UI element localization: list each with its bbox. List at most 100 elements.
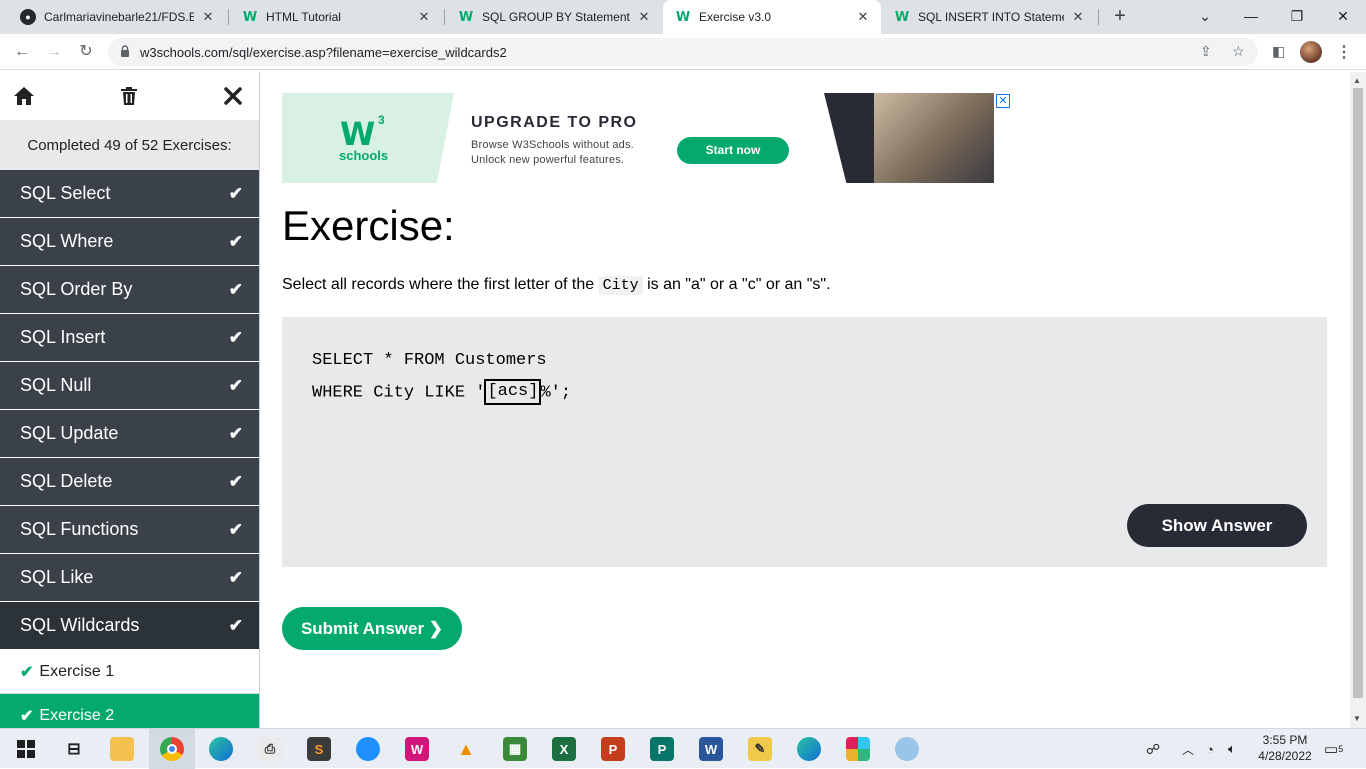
- show-answer-button[interactable]: Show Answer: [1127, 504, 1307, 547]
- close-tab-icon[interactable]: ✕: [1070, 9, 1086, 25]
- profile-avatar[interactable]: [1300, 41, 1322, 63]
- sidebar-item-sql-functions[interactable]: SQL Functions ✔: [0, 506, 259, 554]
- edge-icon[interactable]: [209, 737, 233, 761]
- chrome-icon[interactable]: [160, 737, 184, 761]
- sidebar-item-sql-insert[interactable]: SQL Insert ✔: [0, 314, 259, 362]
- slack-icon[interactable]: [846, 737, 870, 761]
- chart-app-icon[interactable]: ▦: [503, 737, 527, 761]
- sidebar-item-sql-null[interactable]: SQL Null ✔: [0, 362, 259, 410]
- w3schools-icon: W: [242, 9, 258, 25]
- check-icon: ✔: [228, 279, 243, 299]
- sidebar-item-sql-order-by[interactable]: SQL Order By ✔: [0, 266, 259, 314]
- powerpoint-icon[interactable]: P: [601, 737, 625, 761]
- forward-icon[interactable]: →: [43, 41, 65, 63]
- side-panel-icon[interactable]: ◧: [1272, 43, 1285, 60]
- sidebar-item-sql-delete[interactable]: SQL Delete ✔: [0, 458, 259, 506]
- new-tab-button[interactable]: +: [1108, 5, 1132, 29]
- browser-tab-active[interactable]: W Exercise v3.0 ✕: [663, 0, 881, 34]
- lock-icon: [121, 45, 129, 57]
- check-icon: ✔: [228, 567, 243, 587]
- sidebar-item-sql-like[interactable]: SQL Like ✔: [0, 554, 259, 602]
- ad-description: Browse W3Schools without ads. Unlock new…: [471, 139, 634, 166]
- close-tab-icon[interactable]: ✕: [416, 9, 432, 25]
- vertical-scrollbar[interactable]: ▲ ▼: [1350, 72, 1366, 728]
- back-icon[interactable]: ←: [11, 41, 33, 63]
- code-line-2: WHERE City LIKE ' [acs] %';: [312, 379, 572, 405]
- check-icon: ✔: [228, 519, 243, 539]
- vlc-icon[interactable]: ▲: [454, 737, 478, 761]
- check-icon: ✔: [228, 183, 243, 203]
- check-icon: ✔: [20, 707, 34, 725]
- code-line-1: SELECT * FROM Customers: [312, 351, 547, 370]
- start-now-button[interactable]: Start now: [677, 137, 789, 164]
- publisher-icon[interactable]: P: [650, 737, 674, 761]
- task-view-icon[interactable]: ⊟: [62, 737, 86, 761]
- sidebar-item-sql-where[interactable]: SQL Where ✔: [0, 218, 259, 266]
- notification-icon[interactable]: ▭ 5: [1324, 729, 1343, 769]
- chevron-up-icon[interactable]: ︿: [1182, 729, 1194, 769]
- check-icon: ✔: [228, 327, 243, 347]
- scroll-up-icon[interactable]: ▲: [1353, 76, 1361, 85]
- scroll-down-icon[interactable]: ▼: [1353, 714, 1361, 723]
- excel-icon[interactable]: X: [552, 737, 576, 761]
- app-icon[interactable]: ✎: [748, 737, 772, 761]
- windows-start-icon[interactable]: [14, 737, 38, 761]
- tab-separator: [228, 9, 229, 25]
- restore-button[interactable]: ❐: [1274, 0, 1320, 34]
- answer-input[interactable]: [acs]: [484, 379, 542, 405]
- browser-tab[interactable]: ● Carlmariavinebarle21/FDS.EB ✕: [8, 0, 226, 34]
- address-bar[interactable]: w3schools.com/sql/exercise.asp?filename=…: [108, 38, 1258, 66]
- bookmark-star-icon[interactable]: ☆: [1232, 43, 1245, 60]
- submit-answer-button[interactable]: Submit Answer ❯: [282, 607, 462, 650]
- check-icon: ✔: [228, 615, 243, 635]
- ad-headline: UPGRADE TO PRO: [471, 114, 638, 131]
- ad-photo: [824, 93, 1010, 183]
- sidebar-item-sql-select[interactable]: SQL Select ✔: [0, 170, 259, 218]
- sidebar-subitem-exercise-1[interactable]: ✔ Exercise 1: [0, 650, 259, 694]
- check-icon: ✔: [20, 663, 34, 681]
- tab-strip: ● Carlmariavinebarle21/FDS.EB ✕ W HTML T…: [0, 0, 1366, 34]
- sidebar-item-sql-update[interactable]: SQL Update ✔: [0, 410, 259, 458]
- close-tab-icon[interactable]: ✕: [855, 9, 871, 25]
- pdf-app-icon[interactable]: ⎙: [258, 737, 282, 761]
- share-icon[interactable]: ⇪: [1200, 43, 1212, 60]
- file-explorer-icon[interactable]: [110, 737, 134, 761]
- people-icon[interactable]: ☍: [1146, 729, 1160, 769]
- menu-icon[interactable]: ⋮: [1336, 42, 1352, 62]
- check-icon: ✔: [228, 375, 243, 395]
- check-icon: ✔: [228, 231, 243, 251]
- wifi-icon[interactable]: ◔: [1206, 729, 1214, 769]
- browser-toolbar: ← → ↻ w3schools.com/sql/exercise.asp?fil…: [0, 34, 1366, 70]
- windows-taskbar: ⊟ ⎙ S W ▲ ▦ X P P W ✎ ☍ ︿ ◔ 🔈︎ 3:55 PM 4…: [0, 728, 1366, 769]
- word-icon[interactable]: W: [699, 737, 723, 761]
- edge-icon[interactable]: [797, 737, 821, 761]
- ad-close-icon[interactable]: ✕: [996, 94, 1010, 108]
- close-tab-icon[interactable]: ✕: [636, 9, 652, 25]
- trash-icon[interactable]: [117, 84, 141, 108]
- scrollbar-thumb[interactable]: [1353, 88, 1363, 698]
- sidebar-item-sql-wildcards[interactable]: SQL Wildcards ✔: [0, 602, 259, 650]
- sidebar-toolbar: [0, 72, 259, 120]
- upgrade-ad-banner[interactable]: W 3 schools UPGRADE TO PRO Browse W3Scho…: [282, 93, 1010, 183]
- github-icon: ●: [20, 9, 36, 25]
- sidebar-subitem-exercise-2[interactable]: ✔ Exercise 2: [0, 694, 259, 728]
- code-editor: SELECT * FROM Customers WHERE City LIKE …: [282, 317, 1327, 567]
- close-tab-icon[interactable]: ✕: [200, 9, 216, 25]
- tab-separator: [1098, 9, 1099, 25]
- close-window-button[interactable]: ✕: [1320, 0, 1366, 34]
- browser-tab[interactable]: W SQL INSERT INTO Statement ✕: [882, 0, 1096, 34]
- clock[interactable]: 3:55 PM 4/28/2022: [1255, 732, 1315, 764]
- app-icon[interactable]: [356, 737, 380, 761]
- minimize-button[interactable]: —: [1228, 0, 1274, 34]
- reload-icon[interactable]: ↻: [75, 41, 97, 63]
- w3schools-logo: W 3 schools: [282, 93, 454, 183]
- browser-tab[interactable]: W SQL GROUP BY Statement ✕: [446, 0, 662, 34]
- close-icon[interactable]: [221, 84, 245, 108]
- home-icon[interactable]: [12, 84, 36, 108]
- browser-tab[interactable]: W HTML Tutorial ✕: [230, 0, 442, 34]
- volume-icon[interactable]: 🔈︎: [1228, 729, 1236, 769]
- paint-icon[interactable]: [895, 737, 919, 761]
- sublime-text-icon[interactable]: S: [307, 737, 331, 761]
- tab-search-icon[interactable]: ⌄: [1182, 0, 1228, 34]
- wamp-icon[interactable]: W: [405, 737, 429, 761]
